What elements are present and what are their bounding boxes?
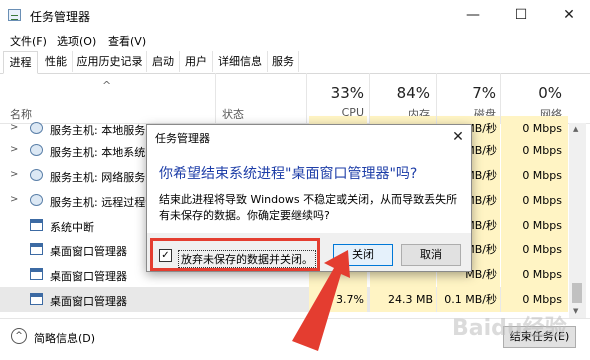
network-cell: 0 Mbps xyxy=(501,262,568,287)
sort-arrow-icon: ^ xyxy=(102,79,112,92)
tab-performance[interactable]: 性能 xyxy=(40,51,73,72)
close-window-button[interactable]: ✕ xyxy=(552,4,586,26)
tab-users[interactable]: 用户 xyxy=(180,51,213,72)
gear-icon xyxy=(30,194,43,206)
expand-chevron-icon[interactable]: > xyxy=(10,169,18,180)
watermark: Baidu经验 xyxy=(452,316,567,341)
process-name: 桌面窗口管理器 xyxy=(50,245,127,258)
expand-chevron-icon[interactable]: > xyxy=(10,194,18,205)
disk-cell: 0.1 MB/秒 xyxy=(437,287,500,312)
process-name: 服务主机: 本地系统( xyxy=(50,146,150,159)
gear-icon xyxy=(30,144,43,156)
menu-options[interactable]: 选项(O) xyxy=(57,33,96,49)
expand-chevron-icon[interactable]: > xyxy=(10,122,18,133)
tab-startup[interactable]: 启动 xyxy=(147,51,180,72)
scrollbar-thumb[interactable] xyxy=(572,283,582,303)
tab-processes[interactable]: 进程 xyxy=(3,51,38,74)
gear-icon xyxy=(30,122,43,134)
dialog-message: 结束此进程将导致 Windows 不稳定或关闭，从而导致丢失所有未保存的数据。你… xyxy=(159,193,458,222)
process-name: 服务主机: 远程过程调 xyxy=(50,196,157,209)
process-name: 系统中断 xyxy=(50,221,94,234)
process-name: 桌面窗口管理器 xyxy=(50,270,127,283)
maximize-button[interactable]: ☐ xyxy=(504,4,538,26)
expand-chevron-icon[interactable]: > xyxy=(10,144,18,155)
scroll-down-arrow-icon[interactable]: ▼ xyxy=(573,307,578,315)
annotation-highlight-box xyxy=(150,238,320,271)
process-name: 服务主机: 本地服务 xyxy=(50,124,146,137)
network-cell: 0 Mbps xyxy=(501,213,568,238)
disk-percent[interactable]: 7% xyxy=(440,84,496,102)
collapse-chevron-icon[interactable]: ^ xyxy=(11,328,27,344)
dialog-close-icon[interactable]: ✕ xyxy=(445,126,471,148)
network-cell: 0 Mbps xyxy=(501,287,568,312)
window-icon xyxy=(30,243,43,255)
window-icon xyxy=(30,219,43,231)
window-icon xyxy=(30,293,43,305)
dialog-title: 任务管理器 xyxy=(155,132,210,145)
process-name: 服务主机: 网络服务 xyxy=(50,171,146,184)
tab-app-history[interactable]: 应用历史记录 xyxy=(73,51,147,72)
menu-view[interactable]: 查看(V) xyxy=(108,33,146,49)
process-row[interactable]: 桌面窗口管理器 3.7% 24.3 MB 0.1 MB/秒 0 Mbps xyxy=(0,287,568,312)
cpu-cell: 3.7% xyxy=(309,287,367,312)
window-title: 任务管理器 xyxy=(30,10,91,24)
cancel-button[interactable]: 取消 xyxy=(401,244,461,266)
window-icon xyxy=(30,268,43,280)
network-percent[interactable]: 0% xyxy=(504,84,562,102)
process-name: 桌面窗口管理器 xyxy=(50,295,127,308)
gear-icon xyxy=(30,169,43,181)
network-cell: 0 Mbps xyxy=(501,163,568,188)
fewer-details-link[interactable]: 简略信息(D) xyxy=(34,330,95,346)
tab-services[interactable]: 服务 xyxy=(268,51,299,72)
tab-details[interactable]: 详细信息 xyxy=(213,51,268,72)
shut-down-button[interactable]: 关闭 xyxy=(333,244,393,266)
task-manager-app-icon xyxy=(8,9,21,21)
minimize-button[interactable]: — xyxy=(456,4,490,26)
cpu-percent[interactable]: 33% xyxy=(310,84,364,102)
network-cell: 0 Mbps xyxy=(501,237,568,262)
menu-file[interactable]: 文件(F) xyxy=(10,33,47,49)
memory-cell: 24.3 MB xyxy=(370,287,436,312)
network-cell: 0 Mbps xyxy=(501,188,568,213)
memory-percent[interactable]: 84% xyxy=(372,84,430,102)
scroll-up-arrow-icon[interactable]: ▲ xyxy=(573,125,578,133)
dialog-heading: 你希望结束系统进程"桌面窗口管理器"吗? xyxy=(159,166,418,182)
network-cell: 0 Mbps xyxy=(501,138,568,163)
